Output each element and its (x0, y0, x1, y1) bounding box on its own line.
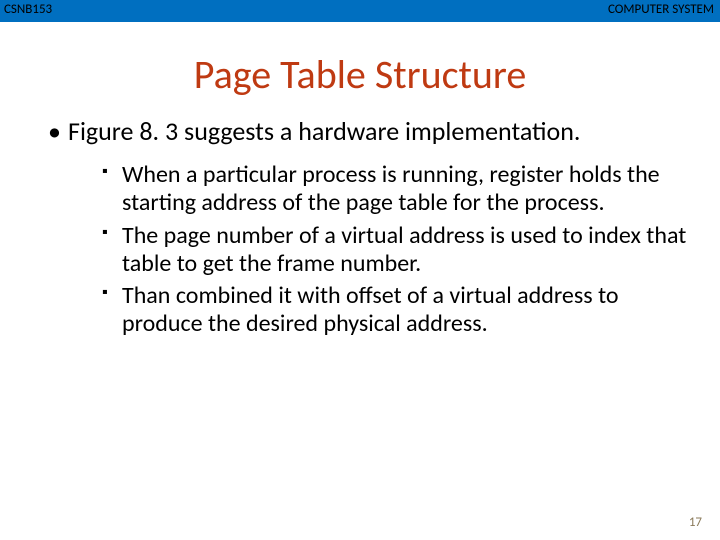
header-bar: CSNB153 COMPUTER SYSTEM (0, 0, 720, 22)
page-number: 17 (689, 515, 702, 530)
bullet-sub-2: The page number of a virtual address is … (102, 222, 692, 279)
slide-title: Page Table Structure (0, 50, 720, 99)
bullet-main: Figure 8. 3 suggests a hardware implemen… (48, 117, 692, 339)
bullet-main-text: Figure 8. 3 suggests a hardware implemen… (68, 115, 580, 147)
bullet-sub-1: When a particular process is running, re… (102, 161, 692, 218)
bullet-sub-3: Than combined it with offset of a virtua… (102, 282, 692, 339)
course-code: CSNB153 (4, 2, 52, 17)
slide-content: Figure 8. 3 suggests a hardware implemen… (0, 117, 720, 339)
course-name: COMPUTER SYSTEM (608, 2, 714, 17)
